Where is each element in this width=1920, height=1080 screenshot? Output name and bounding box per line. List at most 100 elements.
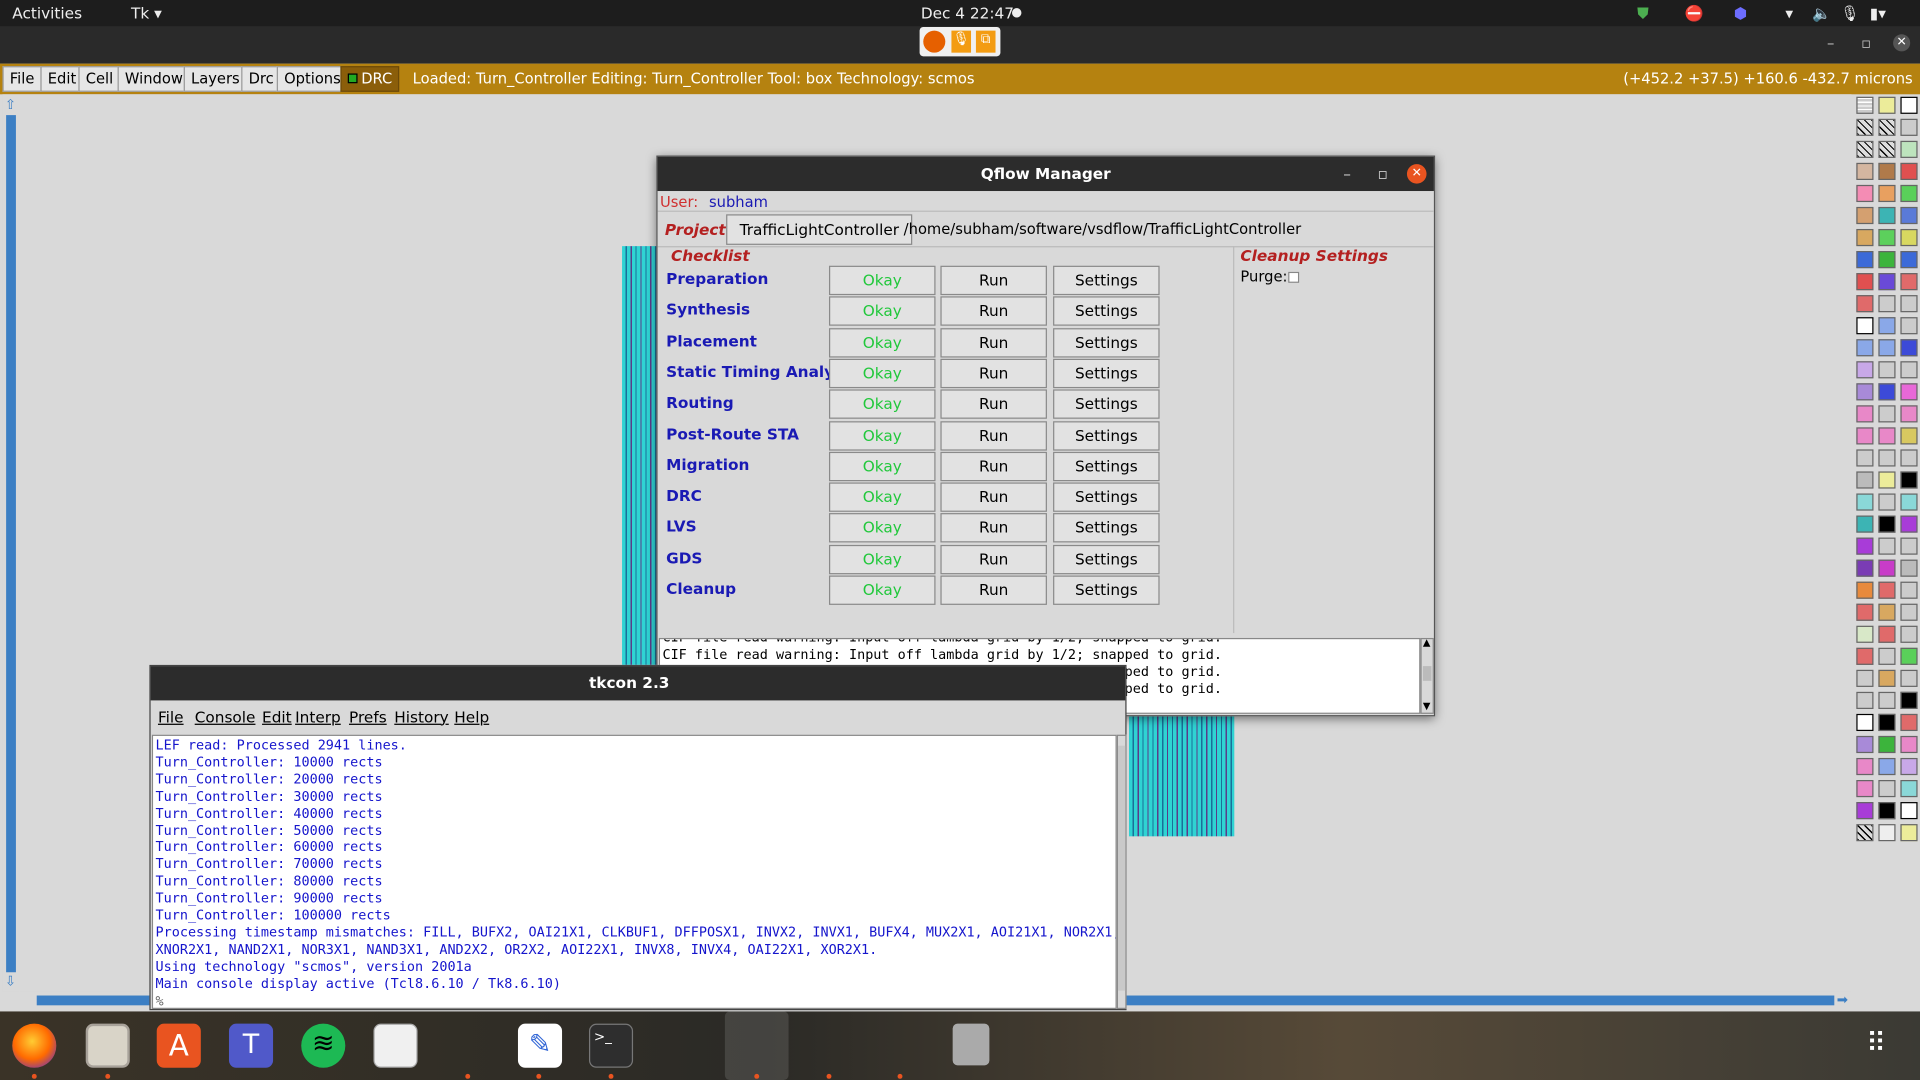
layer-swatch[interactable] [1900, 780, 1918, 798]
layer-swatch[interactable] [1900, 581, 1918, 599]
layer-swatch[interactable] [1900, 228, 1918, 247]
layer-swatch[interactable] [1878, 184, 1896, 203]
scroll-up-icon[interactable]: ▲ [1423, 637, 1431, 648]
menu-edit[interactable]: Edit [40, 66, 84, 92]
battery-icon[interactable]: ▮▾ [1870, 4, 1886, 22]
layer-swatch[interactable] [1856, 625, 1874, 643]
layer-swatch[interactable] [1900, 339, 1918, 357]
layer-swatch[interactable] [1878, 669, 1896, 687]
layer-swatch[interactable] [1856, 251, 1874, 269]
layer-swatch[interactable] [1856, 647, 1874, 665]
layer-swatch[interactable] [1878, 339, 1896, 357]
project-button[interactable]: TrafficLightController [726, 214, 913, 245]
layer-swatch[interactable] [1878, 780, 1896, 798]
layer-swatch[interactable] [1856, 493, 1874, 511]
layer-swatch[interactable] [1900, 295, 1918, 313]
step-run-button[interactable]: Run [940, 296, 1047, 327]
layer-swatch[interactable] [1856, 824, 1874, 842]
layer-swatch[interactable] [1856, 339, 1874, 357]
tkcon-scrollbar[interactable] [1116, 734, 1127, 1009]
step-settings-button[interactable]: Settings [1053, 513, 1160, 543]
shield-icon[interactable]: ⛊ [1637, 4, 1648, 24]
step-status-button[interactable]: Okay [828, 327, 936, 358]
layer-swatch[interactable] [1856, 427, 1874, 445]
layer-swatch[interactable] [1900, 802, 1918, 820]
layer-swatch[interactable] [1878, 581, 1896, 599]
step-settings-button[interactable]: Settings [1053, 389, 1160, 420]
scroll-thumb[interactable] [1117, 745, 1126, 991]
activities-button[interactable]: Activities [12, 4, 82, 22]
blank-app-icon[interactable] [724, 1011, 789, 1080]
layer-swatch[interactable] [1856, 515, 1874, 533]
layer-swatch[interactable] [1900, 162, 1918, 181]
layer-swatch[interactable] [1856, 581, 1874, 599]
close-icon[interactable]: ✕ [1893, 34, 1911, 52]
show-apps-icon[interactable]: ⠿ [1866, 1029, 1887, 1060]
layer-swatch[interactable] [1900, 405, 1918, 423]
layer-swatch[interactable] [1878, 537, 1896, 555]
do-not-disturb-icon[interactable]: ⛔ [1685, 4, 1704, 24]
step-status-button[interactable]: Okay [828, 544, 936, 574]
disc-icon[interactable] [952, 1023, 990, 1066]
layer-swatch[interactable] [1856, 802, 1874, 820]
layer-swatch[interactable] [1878, 449, 1896, 467]
layer-swatch[interactable] [1878, 515, 1896, 533]
step-status-button[interactable]: Okay [828, 451, 936, 481]
layer-swatch[interactable] [1900, 493, 1918, 511]
layer-swatch[interactable] [1900, 273, 1918, 291]
close-icon[interactable]: ✕ [1406, 164, 1427, 184]
layer-swatch[interactable] [1878, 757, 1896, 776]
layer-swatch[interactable] [1856, 713, 1874, 732]
layer-swatch[interactable] [1900, 206, 1918, 225]
menu-file[interactable]: File [2, 66, 42, 92]
scroll-down-icon[interactable]: ▼ [1423, 700, 1431, 711]
volume-icon[interactable]: 🔈 [1812, 4, 1831, 24]
layer-swatch[interactable] [1878, 118, 1896, 136]
step-settings-button[interactable]: Settings [1053, 265, 1160, 296]
tkcon-menu-help[interactable]: Help [454, 708, 489, 726]
tkcon-menu-history[interactable]: History [394, 708, 448, 726]
purge-checkbox[interactable] [1288, 271, 1300, 283]
layer-swatch[interactable] [1900, 603, 1918, 621]
layer-swatch[interactable] [1856, 361, 1874, 379]
firefox-icon[interactable] [12, 1023, 57, 1068]
layer-swatch[interactable] [1856, 449, 1874, 467]
layer-swatch[interactable] [1878, 735, 1896, 754]
layer-swatch[interactable] [1900, 118, 1918, 136]
scroll-up-icon[interactable]: ⇧ [5, 97, 16, 113]
scroll-thumb[interactable] [1422, 666, 1432, 681]
teams-tray-icon[interactable]: ⬢ [1734, 4, 1747, 22]
step-run-button[interactable]: Run [940, 544, 1047, 574]
layer-swatch[interactable] [1856, 603, 1874, 621]
minimize-icon[interactable]: – [1343, 157, 1351, 191]
layer-swatch[interactable] [1878, 713, 1896, 732]
step-status-button[interactable]: Okay [828, 358, 936, 389]
layer-swatch[interactable] [1900, 140, 1918, 158]
layer-swatch[interactable] [1878, 625, 1896, 643]
layer-swatch[interactable] [1878, 691, 1896, 709]
layer-swatch[interactable] [1878, 295, 1896, 313]
step-status-button[interactable]: Okay [828, 420, 936, 451]
layer-swatch[interactable] [1856, 140, 1874, 158]
step-settings-button[interactable]: Settings [1053, 327, 1160, 358]
layer-swatch[interactable] [1878, 559, 1896, 577]
layer-swatch[interactable] [1856, 228, 1874, 247]
wifi-icon[interactable]: ▾ [1785, 4, 1793, 22]
layer-swatch[interactable] [1878, 802, 1896, 820]
layer-swatch[interactable] [1878, 427, 1896, 445]
layer-swatch[interactable] [1878, 824, 1896, 842]
maximize-icon[interactable]: ▫ [1378, 157, 1388, 191]
layer-swatch[interactable] [1856, 780, 1874, 798]
scroll-down-icon[interactable]: ⇩ [5, 973, 16, 989]
layer-swatch[interactable] [1900, 317, 1918, 335]
layer-swatch[interactable] [1878, 493, 1896, 511]
files-icon[interactable] [85, 1023, 130, 1068]
tkcon-menu-console[interactable]: Console [195, 708, 256, 726]
layer-swatch[interactable] [1878, 273, 1896, 291]
menu-layers[interactable]: Layers [183, 66, 248, 92]
step-run-button[interactable]: Run [940, 358, 1047, 389]
layer-swatch[interactable] [1878, 162, 1896, 181]
layer-swatch[interactable] [1856, 162, 1874, 181]
layer-swatch[interactable] [1856, 317, 1874, 335]
layer-swatch[interactable] [1900, 427, 1918, 445]
